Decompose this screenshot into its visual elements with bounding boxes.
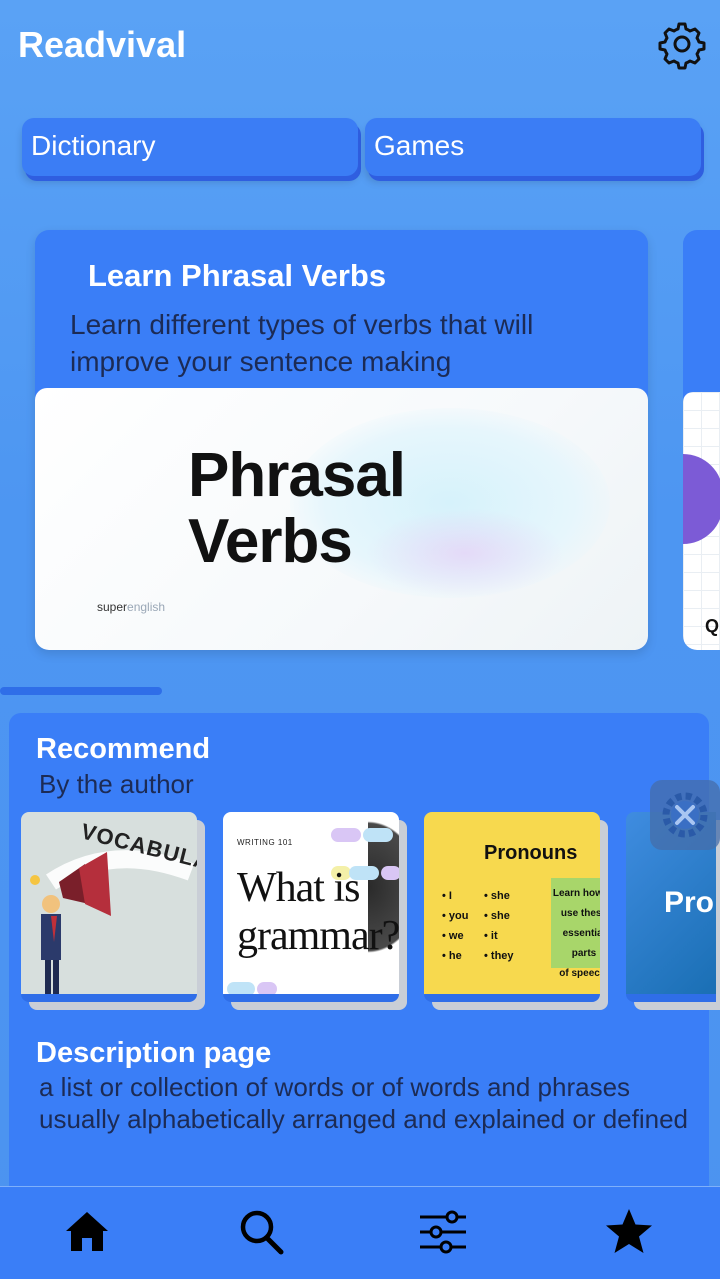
book-cover-title: Pror: [664, 886, 716, 919]
book-card-pronouns[interactable]: Pronouns • I • you • we • he • she • she…: [424, 812, 600, 1002]
search-icon[interactable]: [234, 1205, 288, 1259]
book-cover-title: What is grammar?: [237, 864, 399, 960]
games-button[interactable]: Games: [365, 118, 701, 176]
info-line: essential parts: [562, 928, 600, 959]
description-body: a list or collection of words or of word…: [39, 1072, 689, 1134]
book-cover-title: Pronouns: [484, 842, 578, 864]
image-heading-line2: Verbs: [188, 507, 353, 576]
book-cover-kicker: WRITING 101: [237, 838, 293, 847]
pronoun-info-box: Learn how to use these essential parts o…: [551, 878, 600, 979]
book-card-vocabulary[interactable]: VOCABULARY: [21, 812, 197, 1002]
feature-description: Learn different types of verbs that will…: [70, 309, 534, 377]
info-line: Learn how to: [552, 888, 600, 899]
decor-pill: [331, 828, 361, 842]
recommend-panel: Recommend By the author VOCABULARY WRITI…: [9, 713, 716, 1233]
image-brand: superenglish: [97, 600, 165, 614]
brand-bold: super: [97, 600, 128, 614]
recommend-title: Recommend: [36, 733, 211, 765]
description-title: Description page: [36, 1037, 272, 1069]
pronoun-item: • I: [442, 890, 452, 902]
gear-icon[interactable]: [656, 18, 708, 70]
feature-image: Phrasal Verbs superenglish: [35, 388, 648, 650]
next-feature-card[interactable]: Q: [683, 230, 720, 650]
tools-gear-icon[interactable]: [650, 780, 720, 850]
star-icon[interactable]: [602, 1205, 656, 1259]
carousel-indicator: [0, 687, 162, 695]
info-line: of speech.: [559, 968, 600, 979]
app-title: Readvival: [18, 24, 187, 65]
image-heading-line1: Phrasal: [188, 441, 406, 510]
home-icon[interactable]: [60, 1205, 114, 1259]
dictionary-button[interactable]: Dictionary: [22, 118, 358, 176]
pronoun-list-1: • I • you • we • he: [442, 886, 468, 966]
recommend-subtitle: By the author: [39, 769, 194, 799]
pronoun-item: • they: [484, 950, 514, 962]
decor-shape: [683, 454, 720, 544]
info-line: use these: [560, 908, 600, 919]
pronoun-item: • she: [484, 890, 510, 902]
pronoun-item: • you: [442, 910, 469, 922]
sliders-icon[interactable]: [416, 1205, 470, 1259]
book-cover-title-line2: grammar?: [237, 913, 399, 959]
next-feature-image: Q: [683, 392, 720, 650]
brand-light: english: [127, 600, 166, 614]
decor-pill: [227, 982, 255, 994]
peek-letter: Q: [705, 616, 720, 636]
feature-title: Learn Phrasal Verbs: [88, 258, 387, 293]
decor-pill: [363, 828, 393, 842]
pronoun-item: • he: [442, 950, 462, 962]
book-cover-title-line1: What is: [237, 865, 360, 911]
pronoun-list-2: • she • she • it • they: [484, 886, 514, 966]
bottom-nav: [0, 1186, 720, 1279]
decor-bubble-pink: [365, 508, 565, 598]
book-card-grammar[interactable]: WRITING 101 What is grammar?: [223, 812, 399, 1002]
pronoun-item: • she: [484, 910, 510, 922]
pronoun-item: • we: [442, 930, 464, 942]
feature-card-phrasal-verbs[interactable]: Learn Phrasal Verbs Learn different type…: [35, 230, 648, 650]
pronoun-item: • it: [484, 930, 498, 942]
decor-pill: [257, 982, 277, 994]
